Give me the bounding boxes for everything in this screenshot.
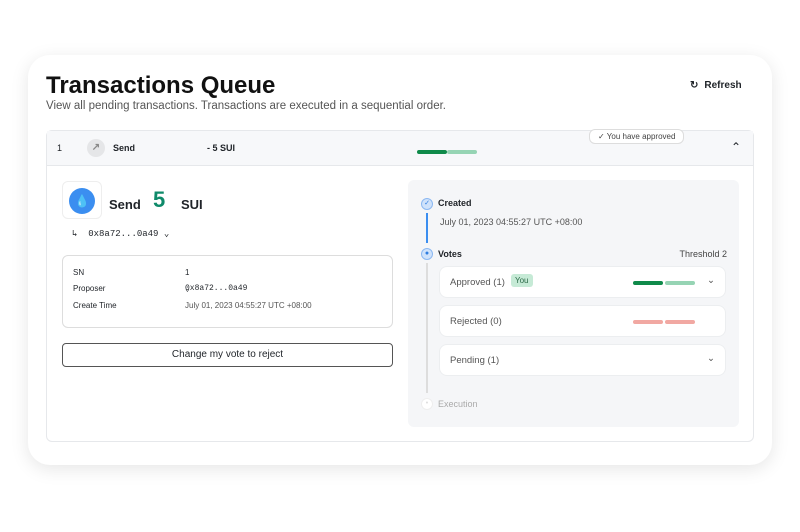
tx-amount: - 5 SUI — [207, 143, 236, 153]
recipient-address: 0x8a72...0a49 — [88, 229, 159, 239]
check-icon: ✓ — [421, 198, 433, 210]
pending-label: Pending (1) — [450, 355, 500, 366]
you-badge: You — [511, 274, 533, 287]
created-time: July 01, 2023 04:55:27 UTC +08:00 — [440, 217, 583, 227]
send-label: Send — [109, 197, 141, 212]
info-value: 0x8a72...0a49 — [185, 284, 248, 293]
send-amount: 5 — [153, 187, 166, 212]
timeline: ✓ Created July 01, 2023 04:55:27 UTC +08… — [408, 180, 739, 427]
pending-step-icon: • — [421, 398, 433, 410]
chevron-down-icon[interactable]: ⌄ — [707, 353, 715, 364]
chevron-down-icon[interactable]: ⌄ — [707, 275, 715, 286]
info-label: Create Time — [73, 301, 117, 310]
refresh-button[interactable]: ↻ Refresh — [690, 80, 742, 91]
transaction-header[interactable]: 1 ↗ Send - 5 SUI ✓ You have approved ⌃ — [47, 129, 753, 166]
sui-logo: 💧 — [62, 181, 102, 219]
info-box: SN 1 Proposer 0x8a72...0a49 ⌄ Create Tim… — [62, 255, 393, 328]
tx-index: 1 — [57, 143, 63, 153]
timeline-line — [426, 263, 428, 393]
approved-label: Approved (1) — [450, 277, 505, 288]
page-subtitle: View all pending transactions. Transacti… — [46, 100, 446, 112]
vote-progress — [417, 146, 477, 156]
page-title: Transactions Queue — [46, 72, 276, 99]
chevron-up-icon[interactable]: ⌃ — [731, 140, 741, 154]
change-vote-button[interactable]: Change my vote to reject — [62, 343, 393, 367]
rejected-votes: Rejected (0) — [439, 305, 726, 337]
proposer-dropdown[interactable]: 0x8a72...0a49 ⌄ — [185, 284, 247, 294]
threshold-label: Threshold 2 — [679, 249, 727, 259]
info-label: Proposer — [73, 284, 106, 293]
info-value: 1 — [185, 268, 190, 277]
info-value: July 01, 2023 04:55:27 UTC +08:00 — [185, 301, 312, 310]
transaction-panel: 1 ↗ Send - 5 SUI ✓ You have approved ⌃ 💧… — [46, 129, 754, 442]
droplet-icon: 💧 — [69, 188, 95, 214]
tx-type: Send — [113, 143, 136, 153]
info-label: SN — [73, 268, 85, 277]
recipient-dropdown[interactable]: ↳ 0x8a72...0a49 ⌄ — [72, 229, 169, 239]
pending-votes[interactable]: Pending (1) ⌄ — [439, 344, 726, 376]
execution-label: Execution — [438, 399, 478, 409]
created-label: Created — [438, 198, 472, 208]
approved-badge: ✓ You have approved — [589, 129, 685, 144]
rejected-label: Rejected (0) — [450, 316, 502, 327]
votes-label: Votes — [438, 249, 462, 259]
approved-votes[interactable]: Approved (1) You ⌄ — [439, 266, 726, 298]
refresh-icon: ↻ — [690, 80, 699, 91]
send-arrow-icon: ↗ — [87, 139, 105, 157]
current-step-icon: ● — [421, 248, 433, 260]
send-token: SUI — [181, 197, 203, 212]
timeline-line — [426, 213, 428, 243]
